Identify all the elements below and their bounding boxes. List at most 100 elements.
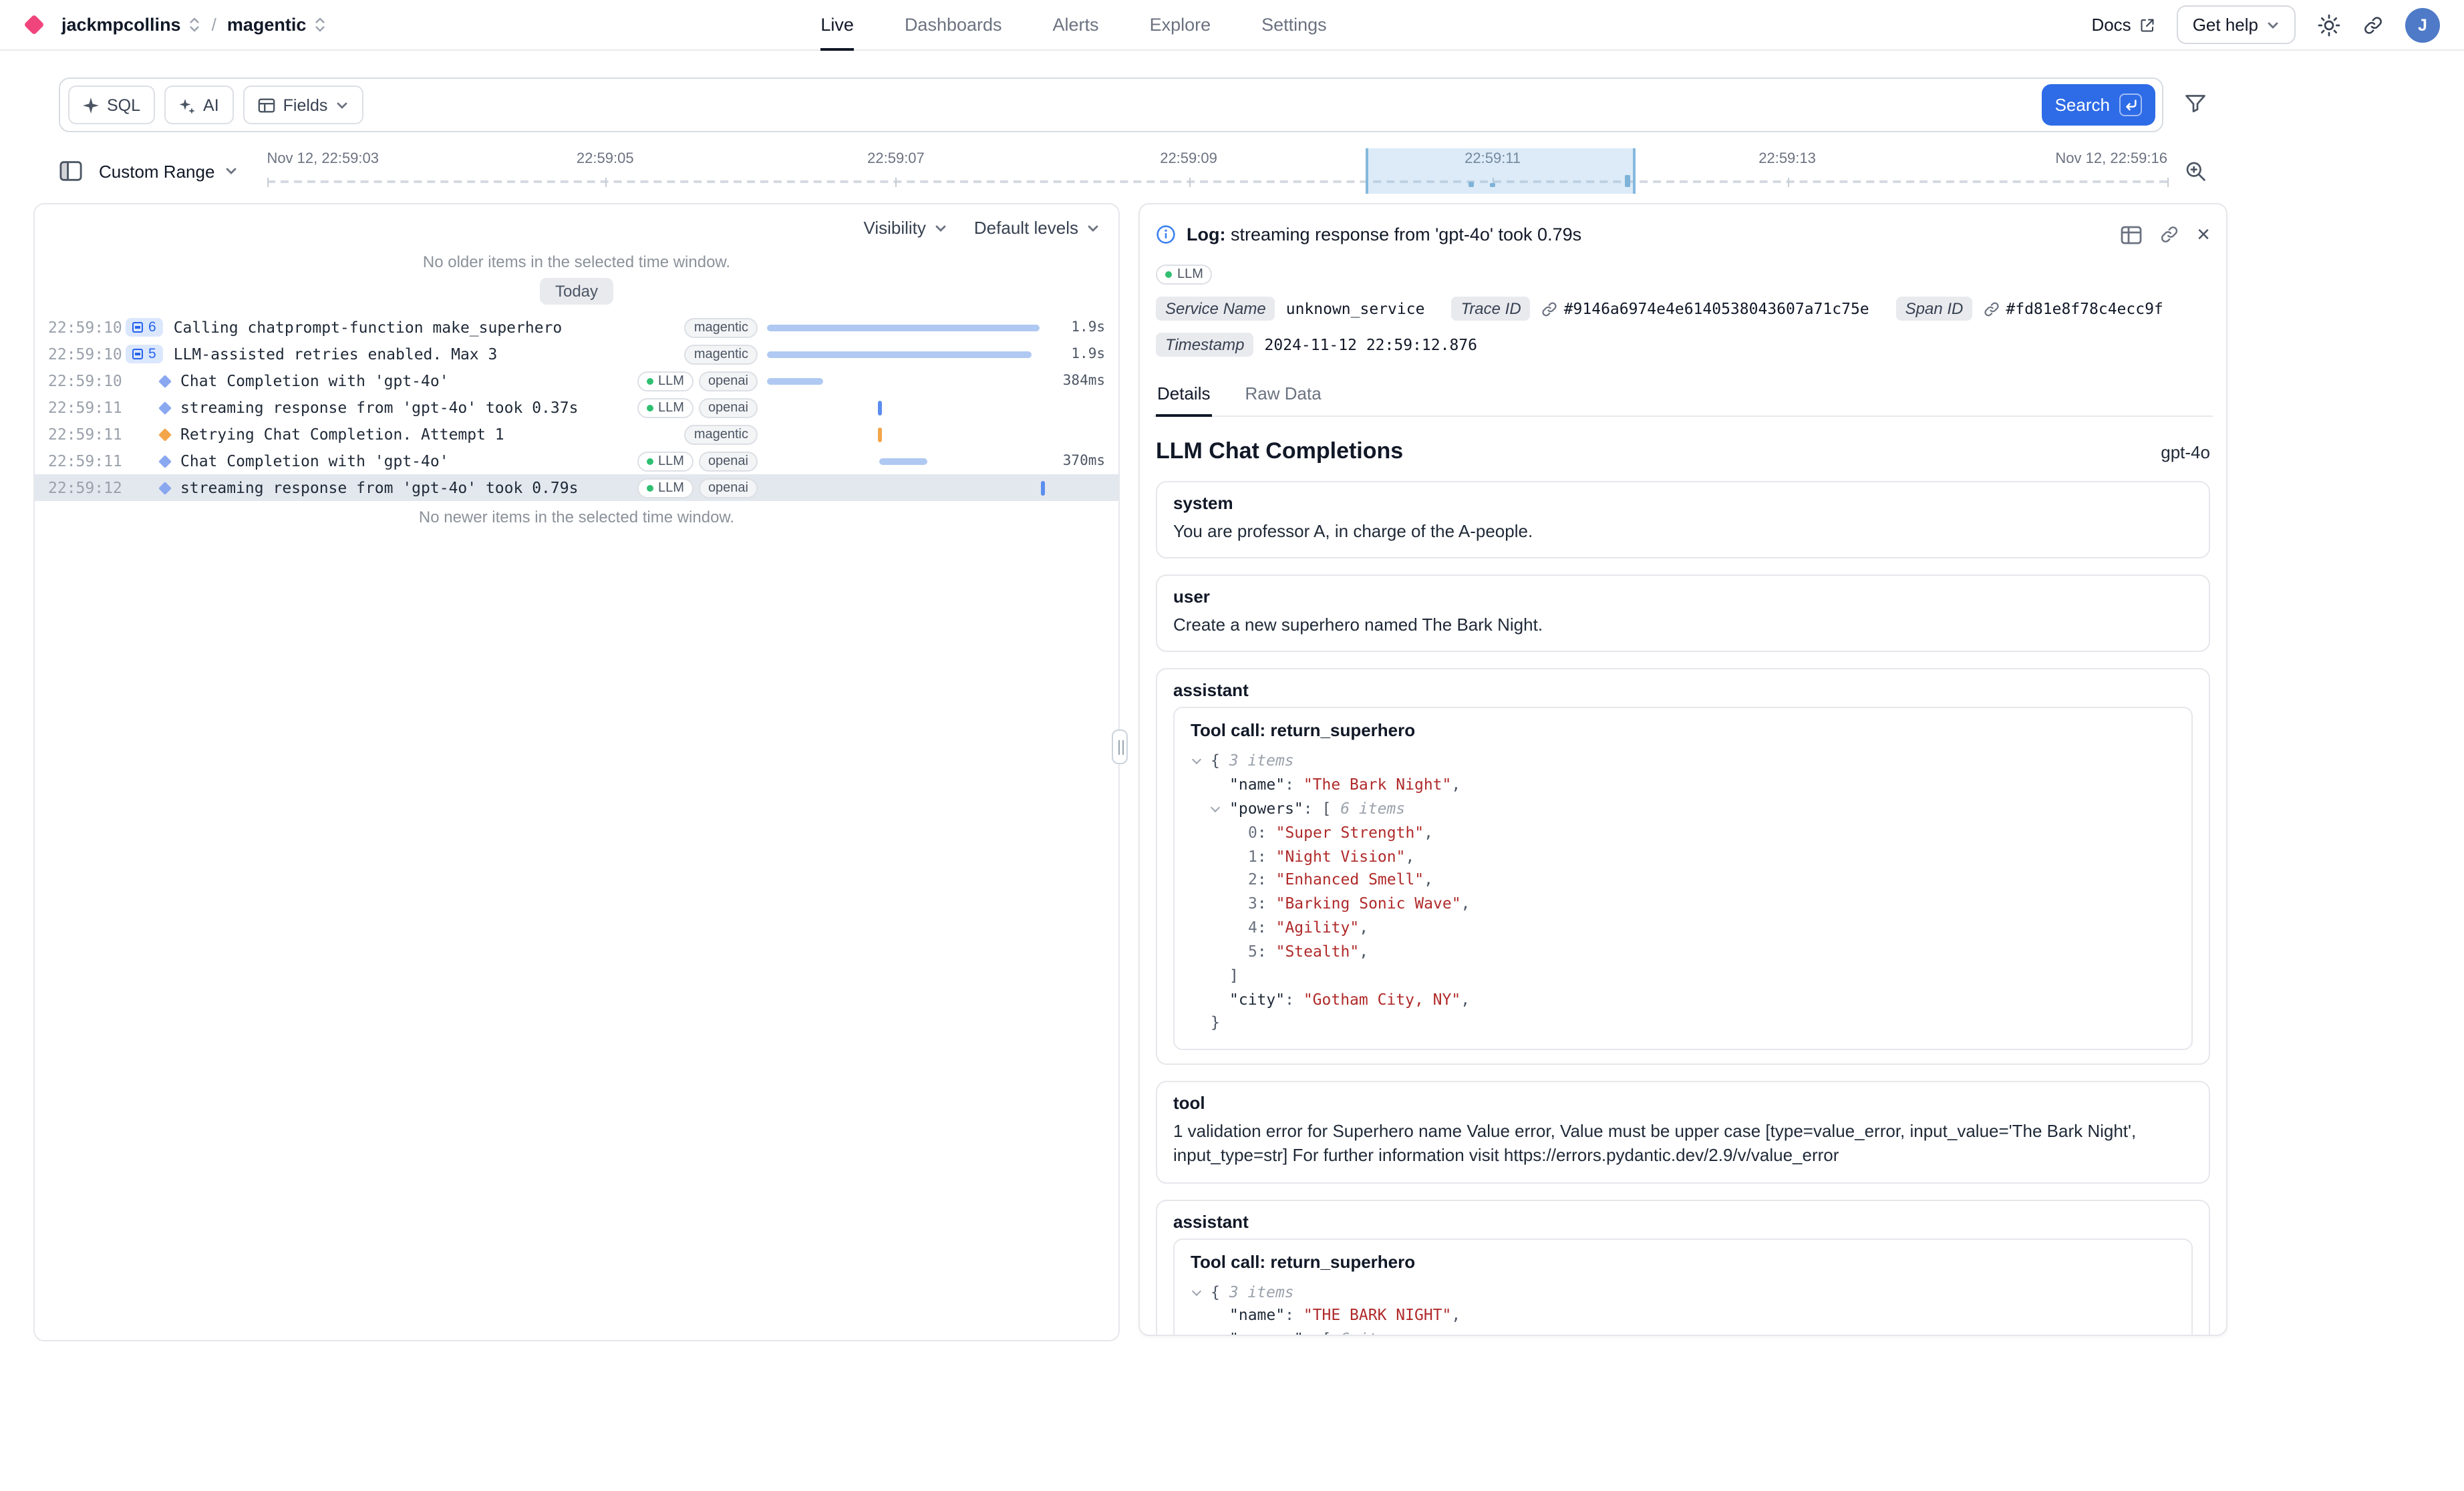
sql-button[interactable]: SQL	[68, 86, 155, 124]
span-duration-bar	[768, 351, 1032, 357]
log-timestamp: 22:59:10	[48, 371, 126, 390]
panel-resize-handle[interactable]	[1112, 729, 1128, 764]
log-timestamp: 22:59:11	[48, 398, 126, 417]
copy-link-icon[interactable]	[2159, 224, 2179, 244]
timeline-tick-label: 22:59:13	[1758, 151, 1816, 167]
search-input[interactable]	[373, 79, 2032, 131]
timeline-selection[interactable]	[1366, 148, 1636, 194]
json-line: 4: "Agility",	[1191, 917, 2175, 941]
timeline-tick	[267, 178, 268, 187]
llm-tag-label: LLM	[1177, 267, 1203, 282]
tab-settings[interactable]: Settings	[1261, 0, 1327, 49]
log-row[interactable]: 22:59:11streaming response from 'gpt-4o'…	[35, 394, 1118, 421]
span-duration-label: 1.9s	[1071, 314, 1105, 341]
sidebar-toggle-icon[interactable]	[59, 160, 83, 182]
span-id-value: #fd81e8f78c4ecc9f	[2006, 299, 2163, 318]
badge-llm: LLM	[637, 371, 694, 391]
log-row[interactable]: 22:59:11Chat Completion with 'gpt-4o'LLM…	[35, 448, 1118, 474]
badge-magentic: magentic	[685, 317, 758, 337]
span-duration-bar	[878, 400, 882, 415]
collapse-chevron-icon[interactable]	[1192, 756, 1201, 765]
collapse-chevron-icon[interactable]	[1192, 1286, 1201, 1295]
ai-button[interactable]: AI	[164, 86, 234, 124]
log-message: Chat Completion with 'gpt-4o'	[180, 452, 637, 470]
share-link-icon[interactable]	[2362, 14, 2384, 35]
time-range-dropdown[interactable]: Custom Range	[99, 161, 237, 181]
tab-live[interactable]: Live	[820, 0, 854, 49]
badge-openai: openai	[699, 371, 758, 391]
timeline-histogram-mark	[1490, 183, 1495, 187]
model-name: gpt-4o	[2161, 442, 2210, 462]
json-tree-1[interactable]: { 3 items"name": "The Bark Night","power…	[1191, 750, 2175, 1036]
timeline-tick-label: 22:59:09	[1160, 151, 1217, 167]
json-line: 1: "Night Vision",	[1191, 845, 2175, 869]
breadcrumb: jackmpcollins / magentic	[27, 15, 326, 35]
span-duration-bar	[768, 377, 824, 384]
warning-span-icon	[158, 428, 172, 441]
tab-dashboards[interactable]: Dashboards	[905, 0, 1002, 49]
detail-tabs: Details Raw Data	[1153, 375, 2213, 417]
no-older-items-note: No older items in the selected time wind…	[35, 253, 1118, 271]
json-tree-2[interactable]: { 3 items"name": "THE BARK NIGHT","power…	[1191, 1281, 2175, 1336]
log-list-panel: Visibility Default levels No older items…	[33, 203, 1120, 1341]
trace-id-link[interactable]: #9146a6974e4e6140538043607a71c75e	[1541, 299, 1869, 318]
tab-raw-data[interactable]: Raw Data	[1244, 375, 1323, 416]
log-badges: magentic	[685, 317, 758, 337]
log-badges: LLMopenai	[637, 451, 758, 471]
service-name-value: unknown_service	[1286, 299, 1425, 318]
log-message: LLM-assisted retries enabled. Max 3	[174, 345, 685, 363]
log-badges: magentic	[685, 344, 758, 364]
log-detail-panel: Log: streaming response from 'gpt-4o' to…	[1138, 203, 2227, 1336]
tool-call-card: Tool call: return_superhero { 3 items"na…	[1173, 1238, 2193, 1336]
docs-link[interactable]: Docs	[2091, 15, 2155, 35]
filter-icon[interactable]	[2183, 91, 2207, 119]
timeline-tick-label: 22:59:07	[867, 151, 925, 167]
chevron-down-icon	[934, 221, 947, 234]
link-icon	[1541, 300, 1559, 317]
span-id-link[interactable]: #fd81e8f78c4ecc9f	[1983, 299, 2163, 318]
avatar[interactable]: J	[2405, 7, 2440, 42]
timeline-ruler[interactable]: Nov 12, 22:59:0322:59:0522:59:0722:59:09…	[267, 144, 2167, 198]
search-button[interactable]: Search	[2042, 84, 2155, 126]
collapse-count-badge[interactable]: 6	[126, 318, 163, 337]
message-text: 1 validation error for Superhero name Va…	[1173, 1120, 2193, 1168]
fields-dropdown[interactable]: Fields	[243, 86, 364, 124]
message-role: user	[1173, 587, 2193, 607]
zoom-in-icon[interactable]	[2183, 159, 2207, 183]
log-row[interactable]: 22:59:105LLM-assisted retries enabled. M…	[35, 341, 1118, 367]
close-icon[interactable]: ×	[2197, 223, 2210, 246]
external-link-icon	[2139, 17, 2155, 33]
badge-openai: openai	[699, 397, 758, 418]
project-selector[interactable]: magentic	[227, 15, 327, 35]
tab-details[interactable]: Details	[1156, 375, 1212, 416]
chevron-down-icon	[1086, 221, 1100, 234]
levels-dropdown[interactable]: Default levels	[974, 218, 1100, 238]
timestamp-value: 2024-11-12 22:59:12.876	[1265, 335, 1478, 354]
chevron-down-icon	[335, 98, 349, 112]
log-badges: magentic	[685, 424, 758, 444]
visibility-dropdown[interactable]: Visibility	[863, 218, 947, 238]
search-bar: SQL AI Fields Search	[59, 77, 2163, 132]
collapse-chevron-icon[interactable]	[1211, 803, 1220, 812]
log-row[interactable]: 22:59:11Retrying Chat Completion. Attemp…	[35, 421, 1118, 448]
message-user: user Create a new superhero named The Ba…	[1156, 574, 2210, 652]
theme-toggle-icon[interactable]	[2317, 13, 2341, 37]
log-message: Calling chatprompt-function make_superhe…	[174, 318, 685, 337]
log-badges: LLMopenai	[637, 478, 758, 498]
collapse-chevron-icon[interactable]	[1211, 1333, 1220, 1336]
log-row[interactable]: 22:59:10Chat Completion with 'gpt-4o'LLM…	[35, 367, 1118, 394]
timeline-histogram-mark	[1469, 182, 1474, 187]
info-icon	[1156, 224, 1176, 244]
get-help-button[interactable]: Get help	[2177, 5, 2296, 44]
log-row[interactable]: 22:59:12streaming response from 'gpt-4o'…	[35, 474, 1118, 501]
span-diamond-icon	[158, 481, 172, 494]
tab-explore[interactable]: Explore	[1150, 0, 1211, 49]
logfire-logo-icon[interactable]	[23, 14, 44, 35]
open-in-explore-icon[interactable]	[2121, 225, 2142, 244]
org-selector[interactable]: jackmpcollins	[61, 15, 201, 35]
span-track	[766, 474, 1110, 501]
collapse-count-badge[interactable]: 5	[126, 345, 163, 363]
log-row[interactable]: 22:59:106Calling chatprompt-function mak…	[35, 314, 1118, 341]
service-name-chip: Service Name	[1156, 297, 1275, 321]
tab-alerts[interactable]: Alerts	[1053, 0, 1099, 49]
